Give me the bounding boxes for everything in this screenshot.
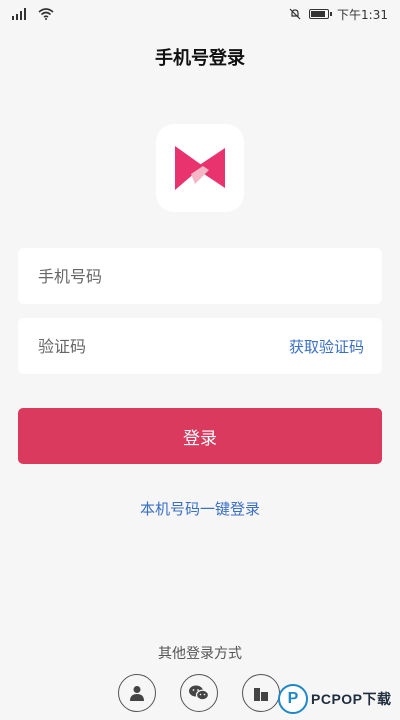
- app-logo: [156, 124, 244, 212]
- mute-bell-icon: [289, 8, 301, 20]
- building-icon: [254, 688, 268, 701]
- building-login-button[interactable]: [242, 674, 280, 712]
- watermark-text: PCPOP下载: [311, 691, 392, 707]
- one-click-login-link[interactable]: 本机号码一键登录: [0, 498, 400, 519]
- wechat-icon: [189, 685, 210, 701]
- battery-icon: [309, 9, 333, 19]
- phone-input-row: [18, 248, 382, 304]
- wifi-icon: [38, 8, 54, 20]
- code-input[interactable]: [36, 335, 240, 357]
- status-bar: 下午1:31: [0, 0, 400, 28]
- get-code-button[interactable]: 获取验证码: [289, 336, 364, 357]
- other-login-icons: [118, 674, 298, 714]
- login-button[interactable]: 登录: [18, 408, 382, 464]
- status-time: 下午1:31: [337, 7, 388, 22]
- other-login-title: 其他登录方式: [158, 646, 242, 662]
- watermark-badge: P: [278, 684, 308, 714]
- signal-icon: [12, 8, 26, 20]
- status-left: [12, 8, 54, 20]
- page-title: 手机号登录: [155, 48, 245, 69]
- wechat-login-button[interactable]: [180, 674, 218, 712]
- pcpop-watermark: P PCPOP下载: [278, 682, 396, 716]
- phone-input[interactable]: [36, 265, 240, 287]
- user-icon: [130, 686, 144, 701]
- status-right: 下午1:31: [289, 6, 388, 23]
- user-login-button[interactable]: [118, 674, 156, 712]
- logo-icon: [175, 146, 225, 190]
- code-input-row: 获取验证码: [18, 318, 382, 374]
